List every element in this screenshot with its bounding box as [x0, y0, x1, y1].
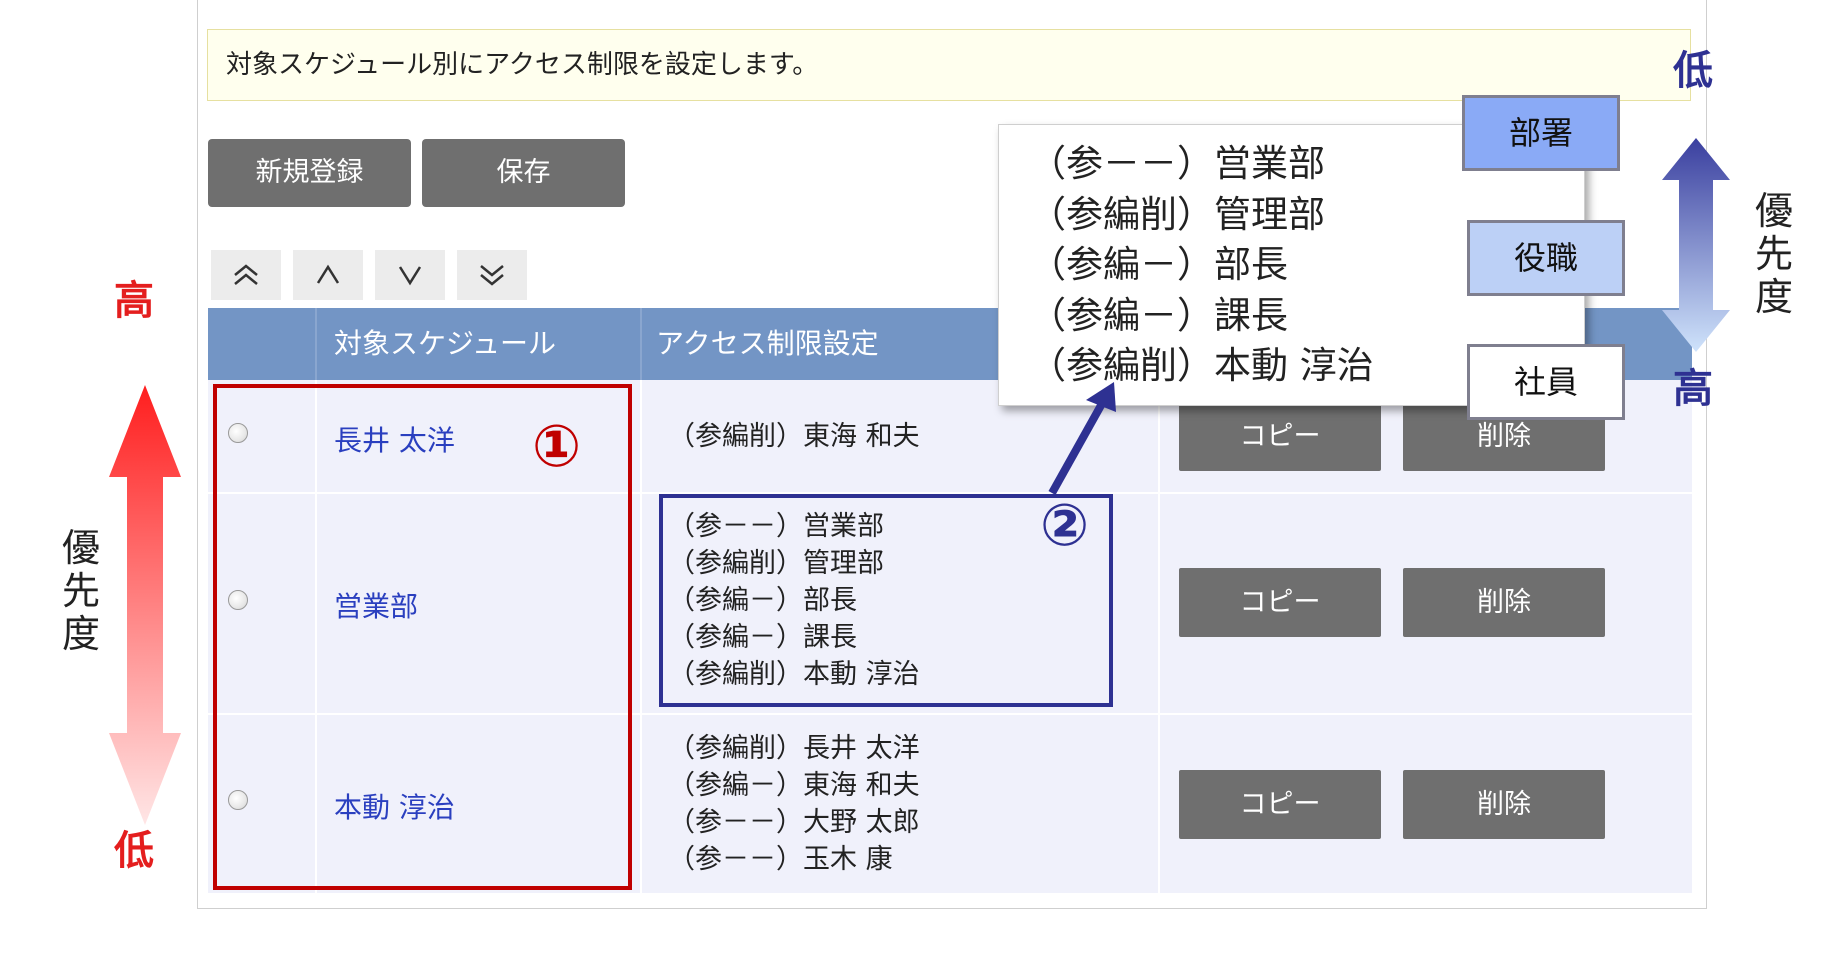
copy-button[interactable]: コピー: [1179, 770, 1381, 839]
callout-arrow-icon: [1048, 382, 1116, 495]
header-target-schedule: 対象スケジュール: [330, 308, 634, 380]
double-chevron-up-icon: [234, 264, 258, 285]
access-line: （参編削）長井 太洋: [668, 733, 920, 764]
access-line: （参編削）東海 和夫: [668, 421, 920, 452]
tag-position: 役職: [1467, 220, 1625, 296]
access-line: （参－－）大野 太郎: [668, 807, 920, 838]
annotation-marker-1: ①: [532, 412, 582, 480]
right-priority-arrow-icon: [1662, 138, 1730, 352]
header-access-setting: アクセス制限設定: [656, 308, 986, 380]
delete-button[interactable]: 削除: [1403, 568, 1605, 637]
header-divider: [315, 308, 317, 380]
tag-employee: 社員: [1467, 344, 1625, 420]
access-list: （参編削）長井 太洋 （参編－）東海 和夫 （参－－）大野 太郎 （参－－）玉木…: [668, 730, 920, 878]
column-divider: [1158, 380, 1160, 893]
left-priority-high: 高: [114, 278, 154, 324]
move-top-button[interactable]: [211, 250, 281, 300]
left-priority-low: 低: [114, 828, 154, 874]
move-up-button[interactable]: [293, 250, 363, 300]
column-divider: [640, 380, 642, 893]
access-line: （参－－）玉木 康: [668, 844, 893, 875]
copy-button[interactable]: コピー: [1179, 568, 1381, 637]
popup-line: （参編－）課長: [1029, 293, 1288, 337]
new-register-button[interactable]: 新規登録: [208, 139, 411, 207]
chevron-up-icon: [316, 264, 340, 284]
copy-button[interactable]: コピー: [1179, 402, 1381, 471]
move-down-button[interactable]: [375, 250, 445, 300]
move-bottom-button[interactable]: [457, 250, 527, 300]
left-priority-arrow-icon: [109, 385, 181, 825]
double-chevron-down-icon: [480, 265, 504, 286]
chevron-down-icon: [398, 266, 422, 286]
right-priority-high: 高: [1673, 366, 1713, 412]
right-priority-low: 低: [1673, 48, 1713, 94]
access-line: （参編－）東海 和夫: [668, 770, 920, 801]
right-priority-label: 優 先 度: [1754, 189, 1793, 319]
left-priority-label: 優 先 度: [61, 526, 100, 656]
header-divider: [640, 308, 642, 380]
annotation-marker-2: ②: [1040, 491, 1090, 559]
notice-bar: 対象スケジュール別にアクセス制限を設定します。: [207, 29, 1691, 101]
save-button[interactable]: 保存: [422, 139, 625, 207]
delete-button[interactable]: 削除: [1403, 770, 1605, 839]
tag-department: 部署: [1462, 95, 1620, 171]
